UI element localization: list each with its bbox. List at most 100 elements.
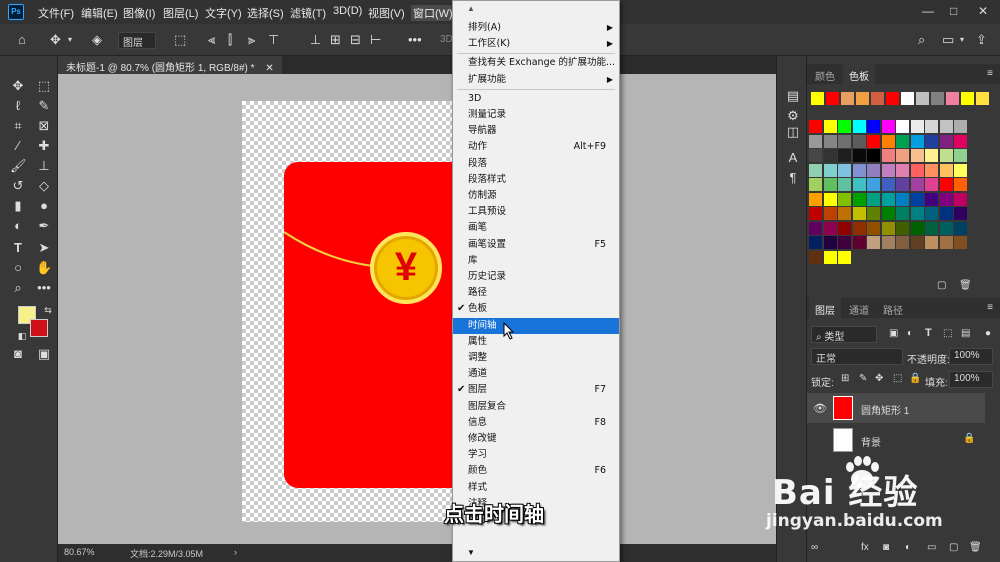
chevron-right-icon[interactable]: › xyxy=(234,547,237,557)
menu-item[interactable]: 画笔 xyxy=(453,220,619,236)
swatch[interactable] xyxy=(823,178,837,191)
swatch[interactable] xyxy=(896,120,909,133)
lock-transparent-icon[interactable]: ⊞ xyxy=(841,373,849,384)
lock-all-icon[interactable]: 🔒 xyxy=(909,373,921,384)
auto-select-icon[interactable]: ◈ xyxy=(92,32,102,48)
swatch[interactable] xyxy=(896,178,909,191)
layer-name[interactable]: 背景 xyxy=(861,434,881,449)
layer-row[interactable]: 👁 圆角矩形 1 xyxy=(807,393,985,423)
swatch[interactable] xyxy=(809,120,822,133)
swatch[interactable] xyxy=(852,192,866,206)
swatch[interactable] xyxy=(809,221,822,235)
swatch[interactable] xyxy=(867,236,880,249)
opacity-field[interactable]: 100% xyxy=(949,348,993,365)
swatch[interactable] xyxy=(910,178,924,191)
swatch[interactable] xyxy=(871,92,884,105)
eye-icon[interactable]: · xyxy=(813,434,817,446)
transform-controls-icon[interactable]: ⬚ xyxy=(174,32,186,48)
swatch[interactable] xyxy=(867,221,880,235)
swatch[interactable] xyxy=(881,178,895,191)
menu-item[interactable]: ✔ 色板 xyxy=(453,301,619,317)
swatch[interactable] xyxy=(961,92,974,105)
swatch[interactable] xyxy=(809,207,822,220)
swatch[interactable] xyxy=(896,134,909,148)
swatch[interactable] xyxy=(939,192,953,206)
frame-tool-icon[interactable]: ⊠ xyxy=(36,118,52,134)
dodge-tool-icon[interactable]: ◐ xyxy=(10,218,26,234)
align-top-icon[interactable]: ⊤ xyxy=(268,32,279,48)
menu-item[interactable]: 调整 xyxy=(453,350,619,366)
swatch[interactable] xyxy=(881,207,895,220)
swatch[interactable] xyxy=(838,163,851,177)
blend-mode-dropdown[interactable]: 正常 xyxy=(811,348,903,365)
shape-filter-icon[interactable]: ⬚ xyxy=(943,328,952,339)
menu-item[interactable]: 学习 xyxy=(453,447,619,463)
hand-tool-icon[interactable]: ✋ xyxy=(36,260,52,276)
align-left-icon[interactable]: ⫷ xyxy=(208,32,215,48)
swatch[interactable] xyxy=(976,92,989,105)
menu-item[interactable]: 样式 xyxy=(453,480,619,496)
document-tab[interactable]: 未标题-1 @ 80.7% (圆角矩形 1, RGB/8#) * ✕ xyxy=(58,56,282,74)
distribute-bottom-icon[interactable]: ⊟ xyxy=(350,32,361,48)
swatch[interactable] xyxy=(809,250,822,264)
chevron-down-icon[interactable]: ▾ xyxy=(960,32,964,48)
swatch[interactable] xyxy=(939,178,953,191)
swatch[interactable] xyxy=(841,92,854,105)
properties-panel-icon[interactable]: ⚙ xyxy=(785,108,801,124)
swatch[interactable] xyxy=(838,192,851,206)
swatch[interactable] xyxy=(896,207,909,220)
swatch[interactable] xyxy=(867,192,880,206)
swatch[interactable] xyxy=(925,192,938,206)
menu-select[interactable]: 选择(S) xyxy=(247,5,284,21)
swatch[interactable] xyxy=(867,120,880,133)
zoom-tool-icon[interactable]: ⌕ xyxy=(10,280,26,296)
layer-select-dropdown[interactable]: 图层 xyxy=(118,32,156,49)
menu-item[interactable]: 测量记录 xyxy=(453,107,619,123)
swatch[interactable] xyxy=(925,221,938,235)
menu-item[interactable]: 修改键 xyxy=(453,431,619,447)
swatch[interactable] xyxy=(896,149,909,162)
menu-item[interactable]: 属性 xyxy=(453,334,619,350)
tab-color[interactable]: 颜色 xyxy=(809,64,841,84)
menu-filter[interactable]: 滤镜(T) xyxy=(290,5,326,21)
type-tool-icon[interactable]: T xyxy=(10,240,26,256)
align-right-icon[interactable]: ⫸ xyxy=(248,32,255,48)
swatch[interactable] xyxy=(896,221,909,235)
smart-object-filter-icon[interactable]: ▤ xyxy=(961,328,970,339)
brush-tool-icon[interactable]: 🖌 xyxy=(10,158,27,174)
tab-channels[interactable]: 通道 xyxy=(843,298,875,318)
swatch[interactable] xyxy=(838,120,851,133)
distribute-center-icon[interactable]: ⊞ xyxy=(330,32,341,48)
swatch[interactable] xyxy=(896,236,909,249)
chevron-down-icon[interactable]: ▾ xyxy=(68,32,72,48)
swatch[interactable] xyxy=(954,134,967,148)
swatch[interactable] xyxy=(823,236,837,249)
swatch[interactable] xyxy=(823,149,837,162)
swatch[interactable] xyxy=(939,120,953,133)
menu-item[interactable]: 3D xyxy=(453,91,619,107)
move-tool-icon[interactable]: ✥ xyxy=(50,32,61,48)
swatch[interactable] xyxy=(925,163,938,177)
lock-artboard-icon[interactable]: ⬚ xyxy=(893,373,902,384)
menu-item[interactable]: 颜色 F6 xyxy=(453,463,619,479)
swatch[interactable] xyxy=(925,120,938,133)
swatch[interactable] xyxy=(910,207,924,220)
more-tools-icon[interactable]: ••• xyxy=(36,280,52,296)
swatch[interactable] xyxy=(939,207,953,220)
swatch[interactable] xyxy=(881,149,895,162)
swatch[interactable] xyxy=(910,120,924,133)
pen-tool-icon[interactable]: ✒ xyxy=(36,218,52,234)
menu-item[interactable]: 历史记录 xyxy=(453,269,619,285)
swatch[interactable] xyxy=(939,134,953,148)
panel-menu-icon[interactable]: ≡ xyxy=(987,302,993,313)
swatch[interactable] xyxy=(823,134,837,148)
search-icon[interactable]: ⌕ xyxy=(918,32,925,48)
swatch[interactable] xyxy=(852,236,866,249)
swatch[interactable] xyxy=(881,221,895,235)
home-icon[interactable]: ⌂ xyxy=(18,32,26,48)
swatch[interactable] xyxy=(809,134,822,148)
swatch[interactable] xyxy=(852,134,866,148)
menu-item[interactable]: 导航器 xyxy=(453,123,619,139)
fill-field[interactable]: 100% xyxy=(949,371,993,388)
swatch[interactable] xyxy=(954,236,967,249)
